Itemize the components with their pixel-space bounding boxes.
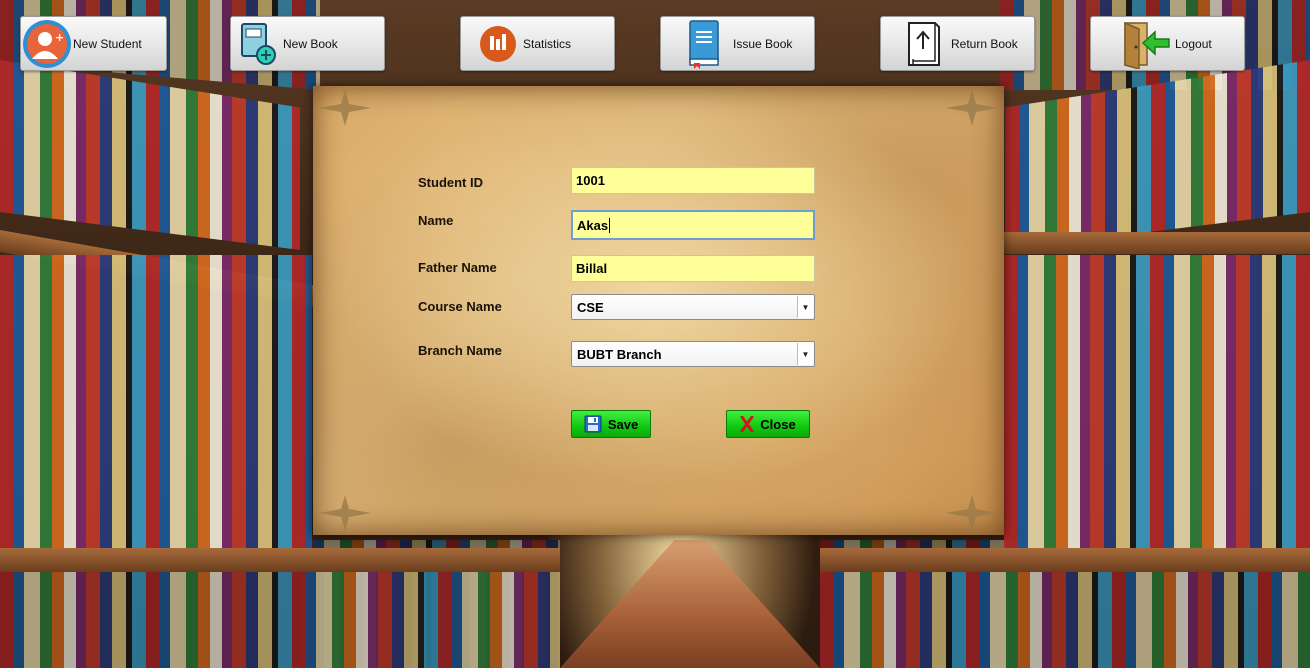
statistics-label: Statistics <box>523 36 572 51</box>
logout-button[interactable]: Logout <box>1090 16 1245 71</box>
close-label: Close <box>760 416 796 432</box>
logout-label: Logout <box>1175 36 1212 51</box>
issue-book-button[interactable]: Issue Book <box>660 16 815 71</box>
branch-name-label: Branch Name <box>418 343 502 358</box>
student-id-label: Student ID <box>418 175 483 190</box>
new-student-button[interactable]: + New Student <box>20 16 167 71</box>
statistics-button[interactable]: Statistics <box>460 16 615 71</box>
corner-star-icon <box>946 90 998 126</box>
course-name-label: Course Name <box>418 299 502 314</box>
return-book-icon <box>895 18 951 70</box>
name-value: Akas <box>577 217 609 233</box>
close-button[interactable]: Close <box>726 410 810 438</box>
student-id-value: 1001 <box>576 173 605 188</box>
new-book-button[interactable]: New Book <box>230 16 385 71</box>
course-name-select[interactable]: CSE ▼ <box>571 294 815 320</box>
student-form-panel: Student ID 1001 Name Akas Father Name Bi… <box>313 86 1004 535</box>
save-label: Save <box>607 416 639 432</box>
chevron-down-icon[interactable]: ▼ <box>797 343 813 365</box>
return-book-label: Return Book <box>951 36 1018 51</box>
save-button[interactable]: Save <box>571 410 651 438</box>
issue-book-label: Issue Book <box>733 36 793 51</box>
father-name-label: Father Name <box>418 260 497 275</box>
add-book-icon <box>231 18 283 70</box>
father-name-value: Billal <box>576 261 608 276</box>
chevron-down-icon[interactable]: ▼ <box>797 296 813 318</box>
bar-chart-icon <box>473 18 523 70</box>
name-label: Name <box>418 213 454 228</box>
red-x-icon <box>740 416 754 432</box>
book-icon <box>675 18 733 70</box>
floppy-disk-icon <box>584 415 602 433</box>
branch-name-value: BUBT Branch <box>577 346 662 362</box>
branch-name-select[interactable]: BUBT Branch ▼ <box>571 341 815 367</box>
new-book-label: New Book <box>283 36 338 51</box>
corner-star-icon <box>319 90 371 126</box>
name-field[interactable]: Akas <box>571 210 815 240</box>
text-caret <box>609 217 611 233</box>
corner-star-icon <box>319 495 371 531</box>
return-book-button[interactable]: Return Book <box>880 16 1035 71</box>
add-user-icon: + <box>21 18 73 70</box>
new-student-label: New Student <box>73 36 142 51</box>
father-name-field[interactable]: Billal <box>571 255 815 282</box>
student-id-field[interactable]: 1001 <box>571 167 815 194</box>
svg-text:+: + <box>55 31 64 44</box>
corner-star-icon <box>946 495 998 531</box>
logout-door-icon <box>1111 18 1175 70</box>
course-name-value: CSE <box>577 299 604 315</box>
